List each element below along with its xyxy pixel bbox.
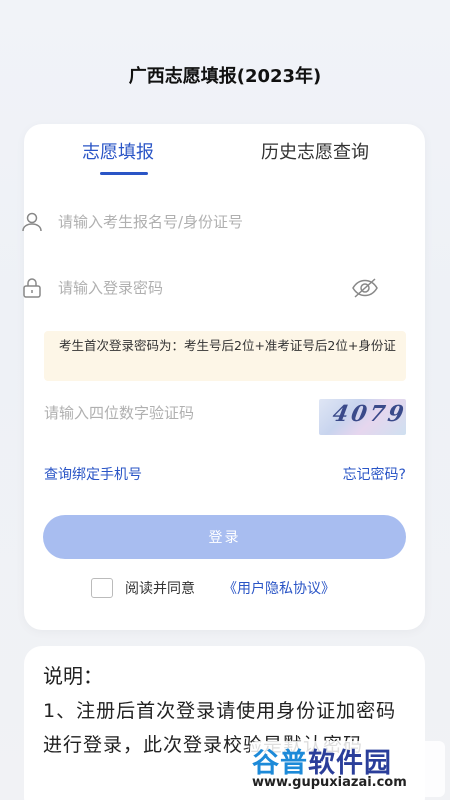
tab-volunteer-fill[interactable]: 志愿填报 (82, 138, 154, 164)
page-title: 广西志愿填报(2023年) (128, 66, 322, 87)
instructions-title: 说明： (43, 664, 103, 688)
captcha-image[interactable]: 4079 (319, 399, 406, 435)
lock-icon (20, 276, 44, 300)
watermark-url: www.gupuxiazai.com (252, 775, 407, 790)
privacy-policy-link[interactable]: 《用户隐私协议》 (223, 578, 335, 598)
password-input[interactable] (58, 266, 348, 310)
active-tab-indicator (100, 172, 148, 175)
username-input[interactable] (58, 200, 348, 244)
login-button[interactable]: 登录 (43, 515, 406, 559)
bind-phone-link[interactable]: 查询绑定手机号 (44, 464, 142, 484)
tab-bar: 志愿填报 历史志愿查询 (24, 124, 425, 176)
forgot-password-link[interactable]: 忘记密码? (343, 464, 406, 484)
watermark-logo: 谷普软件园 www.gupuxiazai.com (250, 741, 445, 797)
eye-off-icon[interactable] (351, 276, 379, 300)
tab-history-query[interactable]: 历史志愿查询 (261, 138, 369, 164)
agree-text: 阅读并同意 (125, 581, 195, 597)
captcha-text: 4079 (330, 401, 406, 427)
captcha-input[interactable] (44, 394, 304, 432)
login-notice: 考生首次登录密码为：考生号后2位+准考证号后2位+身份证 (44, 331, 406, 381)
password-field (20, 266, 381, 310)
user-icon (20, 210, 44, 234)
agree-checkbox[interactable] (91, 578, 113, 598)
username-field (20, 200, 381, 244)
